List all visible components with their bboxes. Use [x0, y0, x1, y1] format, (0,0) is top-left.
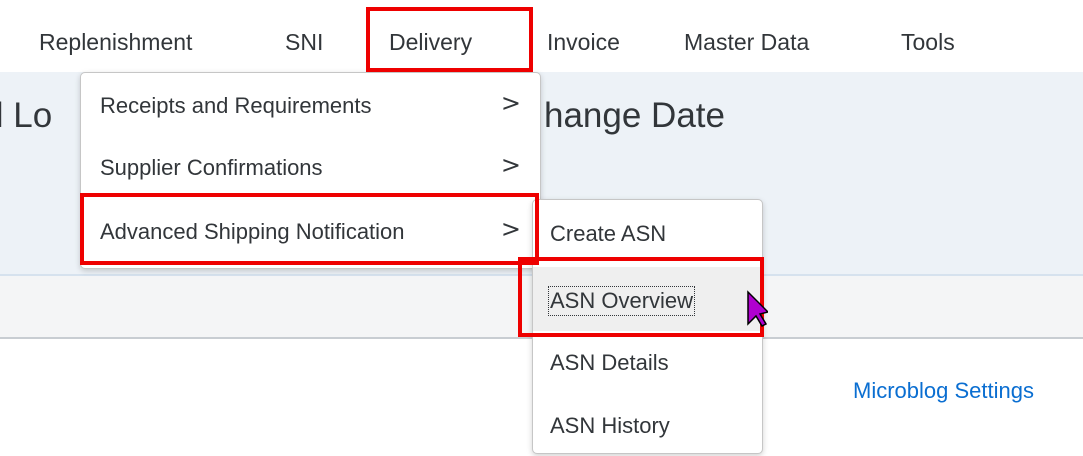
- menu-item-label: Supplier Confirmations: [100, 155, 323, 180]
- asn-submenu: Create ASN ASN Overview ASN Details ASN …: [532, 199, 763, 454]
- menu-item-label: Receipts and Requirements: [100, 93, 372, 118]
- top-navigation-bar: Replenishment SNI Delivery Invoice Maste…: [0, 0, 1083, 72]
- submenu-item-asn-details[interactable]: ASN Details: [533, 329, 762, 393]
- submenu-item-asn-overview[interactable]: ASN Overview: [533, 267, 762, 331]
- submenu-item-label: ASN Overview: [547, 286, 696, 316]
- submenu-item-label: ASN Details: [550, 350, 669, 375]
- menu-item-label: Advanced Shipping Notification: [100, 219, 405, 244]
- nav-item-sni[interactable]: SNI: [285, 29, 323, 56]
- page-title-fragment-left: ll Lo: [0, 96, 53, 135]
- nav-item-invoice[interactable]: Invoice: [547, 29, 620, 56]
- nav-item-delivery[interactable]: Delivery: [389, 29, 472, 56]
- nav-item-tools[interactable]: Tools: [901, 29, 955, 56]
- nav-item-replenishment[interactable]: Replenishment: [39, 29, 192, 56]
- menu-item-supplier-confirmations[interactable]: Supplier Confirmations >: [81, 137, 540, 199]
- mouse-cursor-icon: [747, 290, 768, 327]
- chevron-right-icon: >: [500, 89, 521, 117]
- nav-item-master-data[interactable]: Master Data: [684, 29, 809, 56]
- chevron-right-icon: >: [500, 215, 521, 243]
- submenu-item-label: ASN History: [550, 413, 670, 438]
- submenu-item-asn-history[interactable]: ASN History: [533, 392, 762, 456]
- submenu-item-create-asn[interactable]: Create ASN: [533, 200, 762, 264]
- microblog-settings-link[interactable]: Microblog Settings: [853, 378, 1034, 404]
- chevron-right-icon: >: [500, 151, 521, 179]
- menu-item-receipts-and-requirements[interactable]: Receipts and Requirements >: [81, 75, 540, 137]
- page-title-fragment-right: hange Date: [544, 96, 725, 135]
- delivery-dropdown-menu: Receipts and Requirements > Supplier Con…: [80, 72, 541, 269]
- submenu-item-label: Create ASN: [550, 221, 667, 246]
- menu-item-advanced-shipping-notification[interactable]: Advanced Shipping Notification >: [81, 201, 540, 263]
